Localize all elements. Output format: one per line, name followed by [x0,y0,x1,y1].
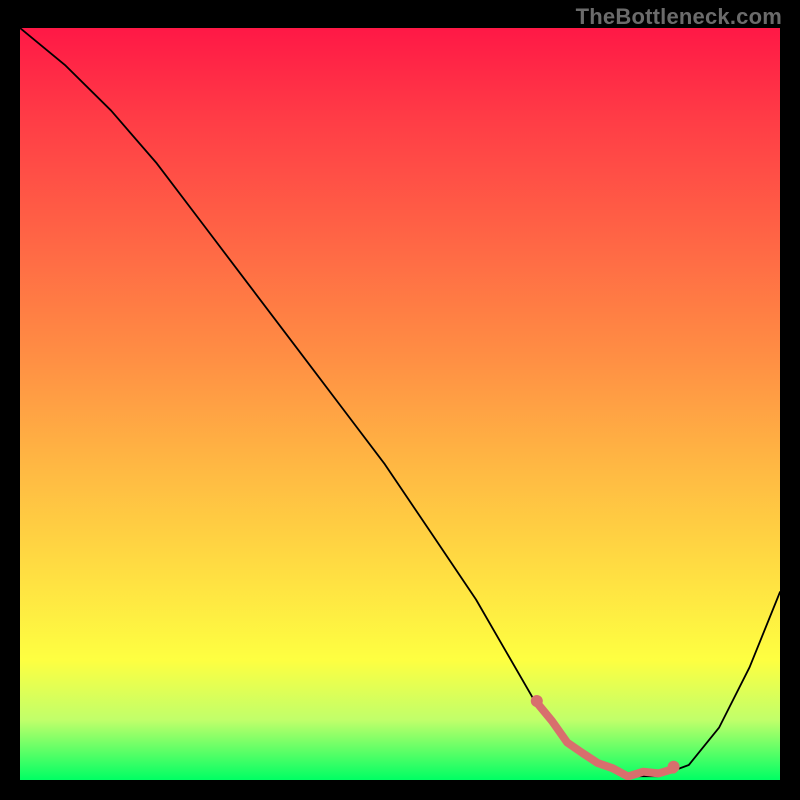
plot-area [20,28,780,780]
chart-frame: TheBottleneck.com [0,0,800,800]
optimal-range-start-dot [531,695,543,707]
bottleneck-curve [20,28,780,776]
bottleneck-curve-svg [20,28,780,780]
plot-inner [20,28,780,780]
optimal-range-marker [537,703,674,777]
watermark-text: TheBottleneck.com [576,4,782,30]
optimal-range-end-dot [668,761,680,773]
